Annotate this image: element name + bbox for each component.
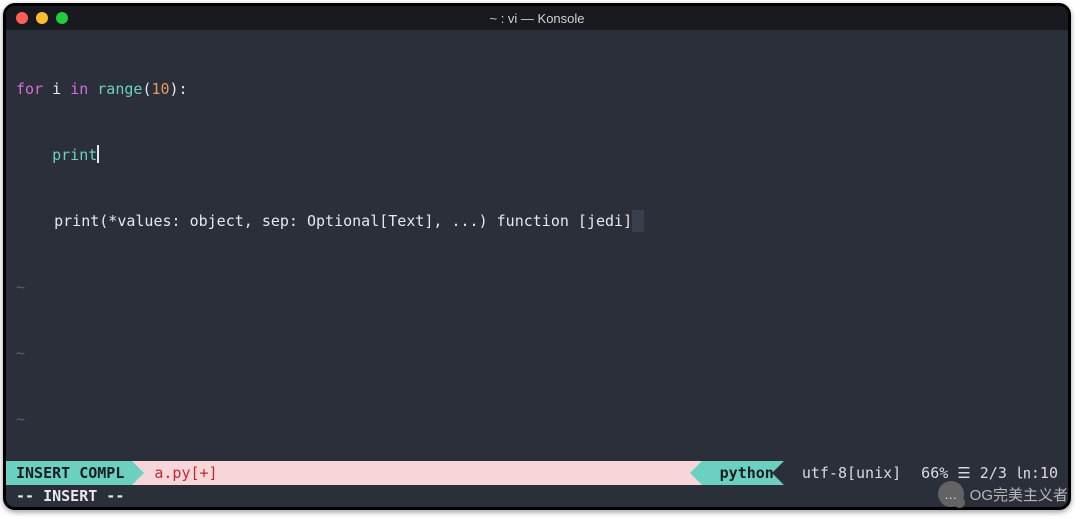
encoding-segment: utf-8[unix] bbox=[784, 461, 911, 485]
close-icon[interactable] bbox=[16, 12, 28, 24]
mode-segment: INSERT COMPL bbox=[6, 461, 132, 485]
statusbar: INSERT COMPL a.py[+] python utf-8[unix] … bbox=[6, 461, 1068, 485]
code-line-1: for i in range(10): bbox=[6, 78, 1068, 100]
tilde-line: ~ bbox=[6, 408, 1068, 430]
keyword-for: for bbox=[16, 80, 43, 98]
function-range: range bbox=[97, 80, 142, 98]
editor-area[interactable]: for i in range(10): print print(*values:… bbox=[6, 30, 1068, 461]
tilde-line: ~ bbox=[6, 342, 1068, 364]
function-print: print bbox=[52, 146, 97, 164]
keyword-in: in bbox=[70, 80, 88, 98]
text-cursor bbox=[97, 145, 99, 163]
file-segment: a.py[+] bbox=[132, 461, 227, 485]
number-ten: 10 bbox=[151, 80, 169, 98]
minimize-icon[interactable] bbox=[36, 12, 48, 24]
code-line-2: print bbox=[6, 144, 1068, 166]
terminal-window: ~ : vi — Konsole for i in range(10): pri… bbox=[3, 3, 1071, 510]
hint-text: print(*values: object, sep: Optional[Tex… bbox=[54, 212, 632, 230]
window-title: ~ : vi — Konsole bbox=[6, 11, 1068, 26]
mode-line: -- INSERT -- bbox=[6, 485, 1068, 507]
titlebar: ~ : vi — Konsole bbox=[6, 6, 1068, 30]
position-segment: 66% ☰ 2/3 ㏑:10 bbox=[911, 461, 1068, 485]
zoom-icon[interactable] bbox=[56, 12, 68, 24]
completion-hint[interactable]: print(*values: object, sep: Optional[Tex… bbox=[6, 210, 1068, 232]
identifier-i: i bbox=[43, 80, 70, 98]
tilde-line: ~ bbox=[6, 276, 1068, 298]
traffic-lights bbox=[6, 12, 68, 24]
